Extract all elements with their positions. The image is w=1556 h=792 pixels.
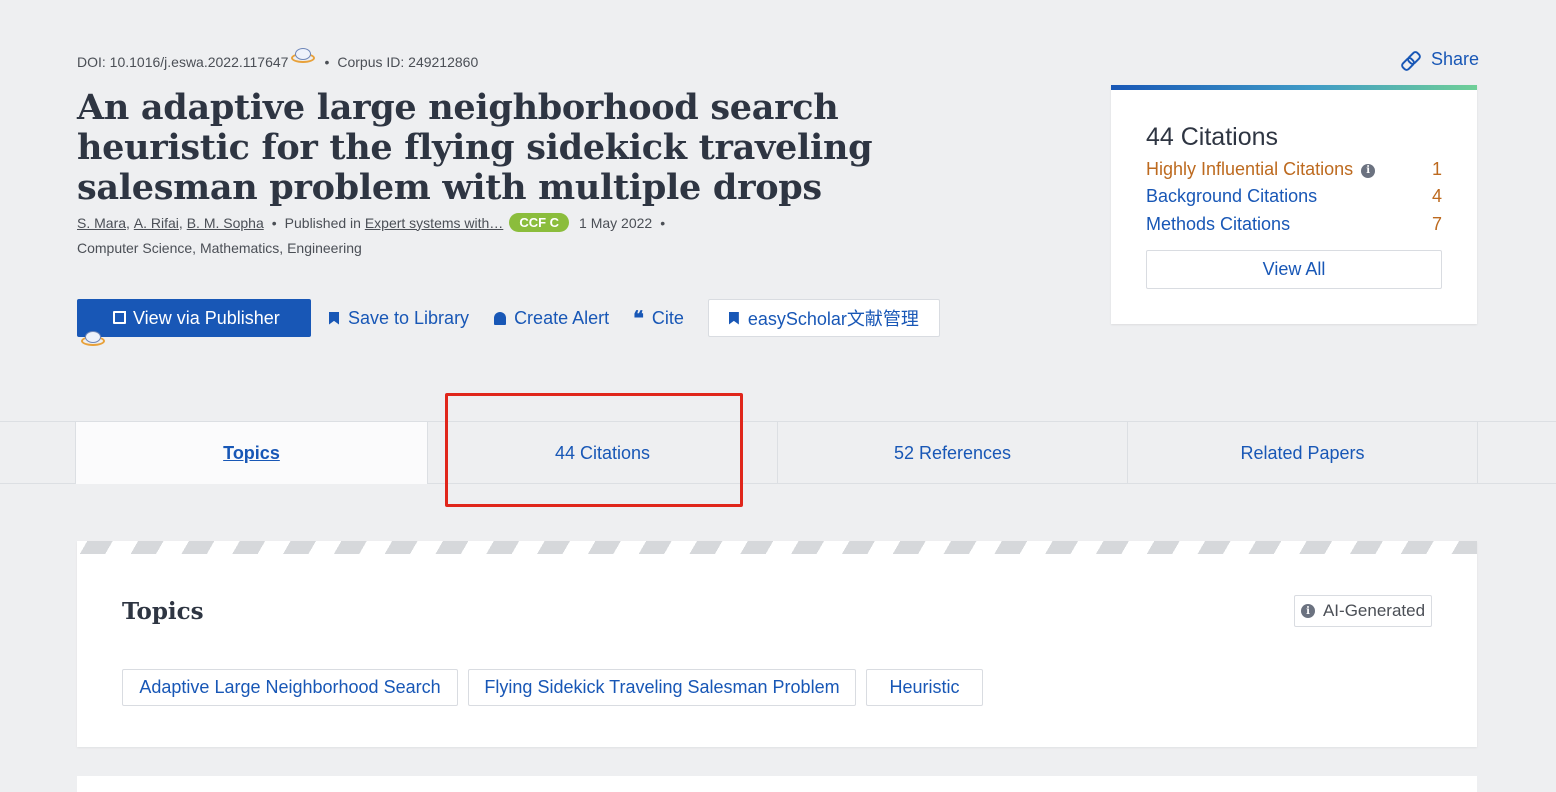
cite-label: Cite [651, 307, 684, 328]
easyscholar-logo-icon[interactable] [290, 47, 316, 65]
info-icon: i [1300, 604, 1315, 618]
separator-dot: • [271, 214, 277, 231]
citation-row-label: Highly Influential Citations [1146, 159, 1354, 179]
ai-generated-badge[interactable]: i AI-Generated [1294, 595, 1432, 627]
author-link-2[interactable]: A. Rifai [134, 215, 179, 231]
highly-influential-citations-row[interactable]: Highly Influential Citations i 1 [1146, 159, 1442, 180]
info-icon[interactable]: i [1361, 163, 1376, 178]
doi-text: DOI: 10.1016/j.eswa.2022.117647 [77, 54, 289, 70]
topic-chip[interactable]: Heuristic [866, 669, 983, 706]
paper-tab-bar: Topics 44 Citations 52 References Relate… [0, 421, 1556, 484]
view-via-publisher-label: View via Publisher [133, 307, 280, 328]
bell-icon [494, 311, 507, 325]
author-link-1[interactable]: S. Mara [77, 215, 126, 231]
view-all-button[interactable]: View All [1146, 250, 1442, 289]
topic-chip[interactable]: Flying Sidekick Traveling Salesman Probl… [468, 669, 856, 706]
save-to-library-label: Save to Library [348, 307, 470, 328]
citation-row-count: 7 [1431, 214, 1442, 234]
citation-row-label: Methods Citations [1146, 214, 1291, 234]
tab-related-papers[interactable]: Related Papers [1127, 422, 1478, 484]
card-stripe-border [77, 541, 1477, 554]
ai-generated-label: AI-Generated [1322, 601, 1426, 620]
cite-button[interactable]: ❝ Cite [633, 308, 684, 329]
easyscholar-label: easyScholar文献管理 [747, 309, 919, 329]
create-alert-label: Create Alert [514, 307, 610, 328]
citation-row-count: 4 [1431, 186, 1442, 206]
easyscholar-button[interactable]: easyScholar文献管理 [707, 299, 940, 337]
separator-dot: • [324, 54, 330, 70]
card-accent-bar [1111, 85, 1477, 90]
tab-references[interactable]: 52 References [777, 422, 1127, 484]
fields-of-study: Computer Science, Mathematics, Engineeri… [77, 240, 362, 256]
paper-meta-line: DOI: 10.1016/j.eswa.2022.117647 • Corpus… [77, 48, 479, 70]
next-section-card [77, 776, 1477, 792]
create-alert-button[interactable]: Create Alert [494, 308, 609, 329]
paper-title: An adaptive large neighborhood search he… [77, 87, 873, 208]
external-link-icon [113, 311, 126, 324]
view-via-publisher-button[interactable]: View via Publisher [77, 299, 311, 337]
background-citations-row[interactable]: Background Citations 4 [1146, 186, 1442, 207]
quote-icon: ❝ [633, 306, 644, 330]
save-to-library-button[interactable]: Save to Library [329, 308, 469, 329]
author-link-3[interactable]: B. M. Sopha [187, 215, 264, 231]
authors-line: S. Mara, A. Rifai, B. M. Sopha • Publish… [77, 213, 666, 232]
venue-link[interactable]: Expert systems with… [365, 215, 503, 231]
share-label: Share [1431, 49, 1480, 69]
methods-citations-row[interactable]: Methods Citations 7 [1146, 214, 1442, 235]
ccf-badge: CCF C [509, 213, 570, 232]
bookmark-icon [728, 311, 739, 325]
tab-topics[interactable]: Topics [75, 422, 427, 484]
highlight-box [445, 393, 743, 507]
bookmark-icon [329, 311, 339, 325]
share-button[interactable]: Share [1401, 49, 1479, 70]
topics-card: Topics i AI-Generated Adaptive Large Nei… [77, 541, 1477, 747]
topics-heading: Topics [122, 598, 204, 625]
topic-chip[interactable]: Adaptive Large Neighborhood Search [122, 669, 458, 706]
easyscholar-logo-icon[interactable] [80, 330, 106, 348]
link-icon [1401, 51, 1419, 69]
citations-heading: 44 Citations [1146, 123, 1279, 151]
published-in-label: Published in [284, 214, 361, 231]
separator-dot: • [660, 214, 666, 231]
action-bar: View via Publisher Save to Library Creat… [77, 299, 940, 337]
publication-date: 1 May 2022 [579, 214, 653, 231]
citation-row-label: Background Citations [1146, 186, 1318, 206]
corpus-id-text: Corpus ID: 249212860 [337, 54, 479, 70]
citations-summary-card: 44 Citations Highly Influential Citation… [1111, 85, 1477, 324]
citation-row-count: 1 [1431, 159, 1442, 179]
